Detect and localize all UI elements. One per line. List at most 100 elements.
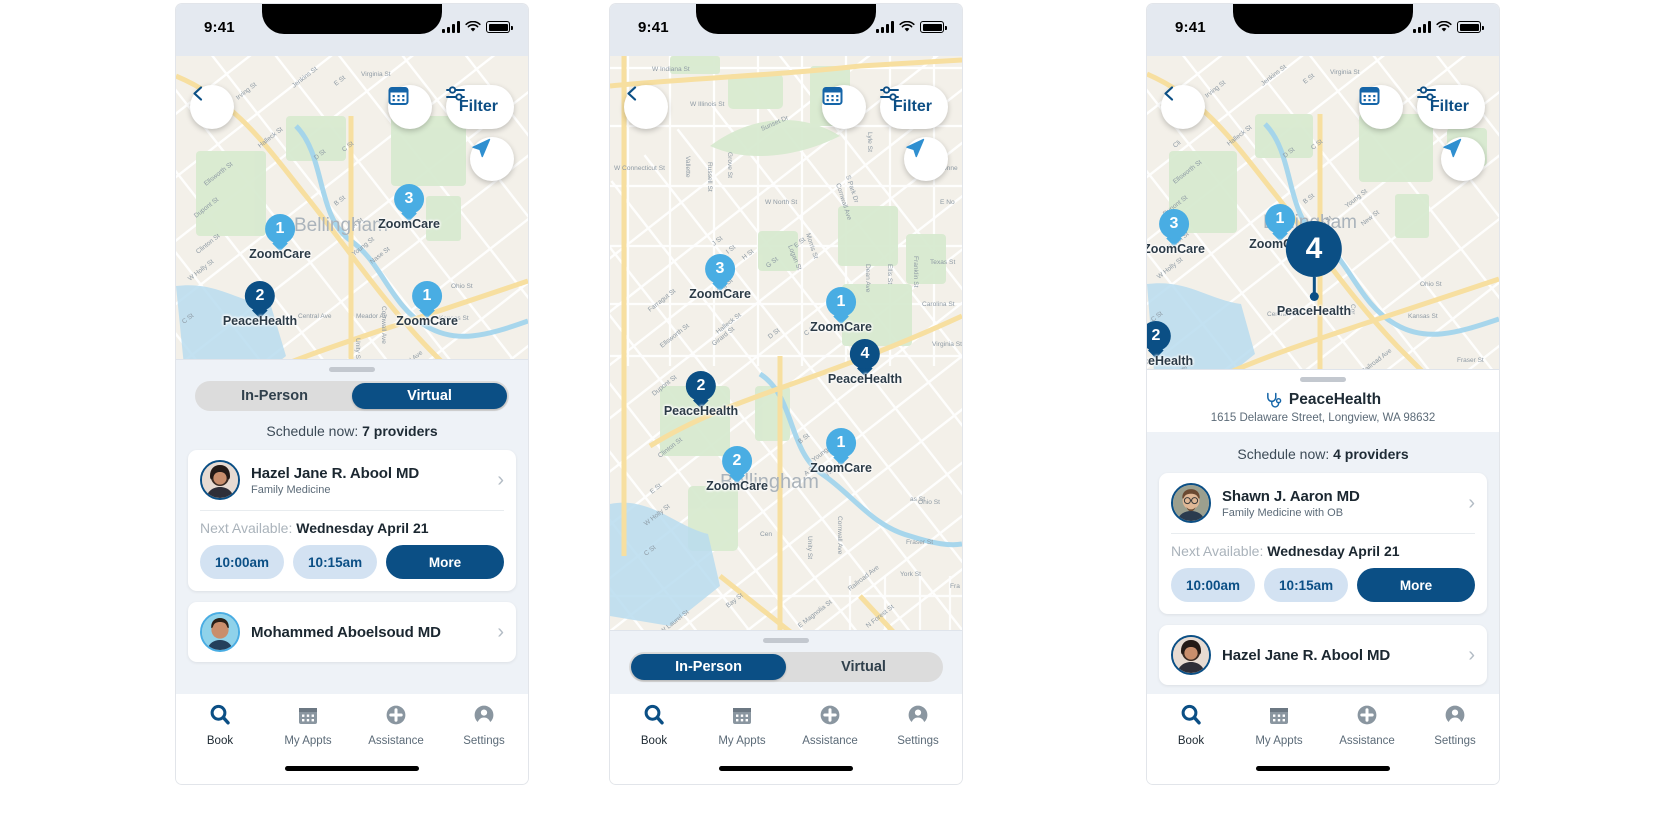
pin-label: ZoomCare <box>689 287 751 301</box>
pin-count: 1 <box>264 214 295 244</box>
chevron-right-icon[interactable]: › <box>1468 492 1475 515</box>
provider-header[interactable]: Shawn J. Aaron MD Family Medicine with O… <box>1159 473 1487 533</box>
tab-label: Settings <box>463 735 505 747</box>
tab-label: Settings <box>1434 735 1476 747</box>
map-pin[interactable]: 3 ZoomCare <box>689 254 751 301</box>
tab-my-appts[interactable]: My Appts <box>1235 703 1323 784</box>
venue-header: PeaceHealth 1615 Delaware Street, Longvi… <box>1147 382 1499 433</box>
map-pin[interactable]: 2 PeaceHealth <box>1147 321 1193 368</box>
svg-text:Virginia St: Virginia St <box>932 341 962 348</box>
tab-settings[interactable]: Settings <box>440 703 528 784</box>
filter-button[interactable]: Filter <box>879 85 948 129</box>
calendar-button[interactable] <box>822 85 866 129</box>
sheet-grabber[interactable] <box>763 638 809 643</box>
filter-button[interactable]: Filter <box>1416 85 1485 129</box>
calendar-icon <box>1359 87 1380 105</box>
svg-text:W Connecticut St: W Connecticut St <box>614 165 665 172</box>
provider-info: Mohammed Aboelsoud MD <box>251 624 441 641</box>
chevron-right-icon[interactable]: › <box>1468 644 1475 667</box>
svg-text:Central Ave: Central Ave <box>298 313 332 320</box>
calendar-button[interactable] <box>1359 85 1403 129</box>
map-pin[interactable]: 1 ZoomCare <box>810 287 872 334</box>
tab-book[interactable]: Book <box>610 703 698 784</box>
filter-sliders-icon <box>445 86 465 101</box>
provider-card[interactable]: Hazel Jane R. Abool MD Family Medicine ›… <box>188 450 516 591</box>
time-slot-button[interactable]: 10:15am <box>293 545 378 579</box>
tab-book[interactable]: Book <box>1147 703 1235 784</box>
segmented-control[interactable]: In-Person Virtual <box>629 652 943 682</box>
segment-in-person[interactable]: In-Person <box>197 383 352 409</box>
pin-label: ZoomCare <box>1147 242 1205 256</box>
provider-card[interactable]: Mohammed Aboelsoud MD › <box>188 602 516 662</box>
map-pin[interactable]: 3 ZoomCare <box>1147 209 1205 256</box>
person-circle-icon <box>1445 705 1465 725</box>
wifi-icon <box>465 21 481 32</box>
back-button[interactable] <box>624 85 668 129</box>
map-pin[interactable]: 3 ZoomCare <box>378 184 440 231</box>
locate-button[interactable] <box>904 137 948 181</box>
tab-assistance[interactable]: Assistance <box>1323 703 1411 784</box>
back-button[interactable] <box>190 85 234 129</box>
pin-count: 1 <box>825 287 856 317</box>
plus-circle-icon <box>1357 705 1377 725</box>
provider-card[interactable]: Shawn J. Aaron MD Family Medicine with O… <box>1159 473 1487 614</box>
provider-header[interactable]: Hazel Jane R. Abool MD Family Medicine › <box>188 450 516 510</box>
tab-settings[interactable]: Settings <box>874 703 962 784</box>
tab-my-appts[interactable]: My Appts <box>264 703 352 784</box>
home-indicator <box>1256 766 1390 771</box>
stethoscope-icon <box>1266 392 1282 408</box>
segment-in-person[interactable]: In-Person <box>631 654 786 680</box>
person-circle-icon <box>474 705 494 725</box>
time-slots: 10:00am 10:15am More <box>188 536 516 591</box>
segment-virtual[interactable]: Virtual <box>786 654 941 680</box>
tab-assistance[interactable]: Assistance <box>352 703 440 784</box>
chevron-right-icon[interactable]: › <box>497 621 504 644</box>
map-pin[interactable]: 4 PeaceHealth <box>828 339 902 386</box>
provider-info: Shawn J. Aaron MD Family Medicine with O… <box>1222 488 1360 519</box>
tab-my-appts[interactable]: My Appts <box>698 703 786 784</box>
avatar-photo <box>1173 485 1209 521</box>
calendar-icon <box>388 87 409 105</box>
sheet-grabber[interactable] <box>329 367 375 372</box>
provider-header[interactable]: Hazel Jane R. Abool MD › <box>1159 625 1487 685</box>
time-slot-button[interactable]: 10:15am <box>1264 568 1349 602</box>
avatar <box>200 460 240 500</box>
provider-name: Hazel Jane R. Abool MD <box>1222 646 1391 664</box>
segmented-control[interactable]: In-Person Virtual <box>195 381 509 411</box>
map-pin[interactable]: 1 ZoomCare <box>396 281 458 328</box>
tab-bar: Book My Appts Assistance Settings <box>176 694 528 784</box>
pin-anchor-dot <box>1309 292 1319 301</box>
tab-assistance[interactable]: Assistance <box>786 703 874 784</box>
more-slots-button[interactable]: More <box>386 545 504 579</box>
calendar-button[interactable] <box>388 85 432 129</box>
pin-count: 2 <box>1147 321 1171 351</box>
back-button[interactable] <box>1161 85 1205 129</box>
svg-text:Vallette: Vallette <box>684 156 691 178</box>
phone-slot-3: 9:41 Irving St Jenkins St E St Halleck S… <box>1106 0 1658 824</box>
locate-button[interactable] <box>470 137 514 181</box>
time-slot-button[interactable]: 10:00am <box>200 545 285 579</box>
tab-book[interactable]: Book <box>176 703 264 784</box>
provider-header[interactable]: Mohammed Aboelsoud MD › <box>188 602 516 662</box>
map-pin[interactable]: 2 PeaceHealth <box>664 371 738 418</box>
tab-settings[interactable]: Settings <box>1411 703 1499 784</box>
map-pin[interactable]: 2 PeaceHealth <box>223 281 297 328</box>
map-pin-selected[interactable]: 4 PeaceHealth <box>1277 221 1351 318</box>
filter-button[interactable]: Filter <box>445 85 514 129</box>
chevron-right-icon[interactable]: › <box>497 469 504 492</box>
search-icon <box>644 704 664 725</box>
locate-button[interactable] <box>1441 137 1485 181</box>
chevron-left-icon <box>627 86 637 101</box>
provider-name: Mohammed Aboelsoud MD <box>251 623 441 641</box>
map-pin[interactable]: 1 ZoomCare <box>249 214 311 261</box>
map-pin[interactable]: 2 ZoomCare <box>706 446 768 493</box>
map-pin[interactable]: 1 ZoomCare <box>810 428 872 475</box>
provider-card[interactable]: Hazel Jane R. Abool MD › <box>1159 625 1487 685</box>
more-slots-button[interactable]: More <box>1357 568 1475 602</box>
pin-count: 3 <box>704 254 735 284</box>
segment-virtual[interactable]: Virtual <box>352 383 507 409</box>
navigate-arrow-icon <box>1443 138 1462 158</box>
time-slot-button[interactable]: 10:00am <box>1171 568 1256 602</box>
phone-2-in-person-map: 9:41 W Indiana St W Illinois St Sunset D… <box>610 4 962 784</box>
pin-label: PeaceHealth <box>1276 304 1352 318</box>
